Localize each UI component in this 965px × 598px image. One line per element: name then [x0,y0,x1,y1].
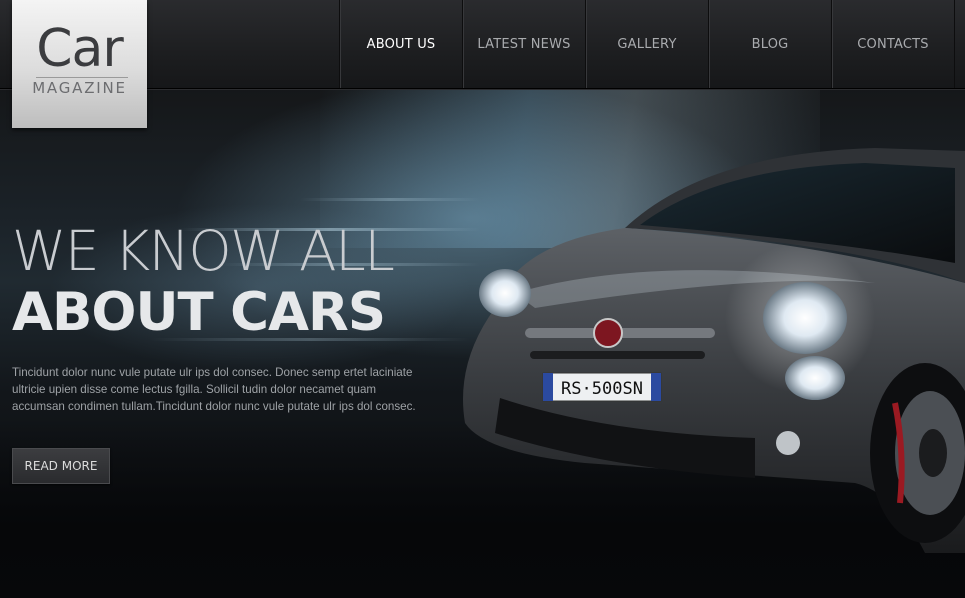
hero-banner: RS·500SN WE KNOW ALL ABOUT CARS Tincidun… [0,88,965,598]
site-logo[interactable]: Car MAGAZINE [12,0,147,128]
hero-description: Tincidunt dolor nunc vule putate ulr ips… [12,366,416,413]
svg-text:RS·500SN: RS·500SN [561,379,643,399]
headline-line-1: WE KNOW ALL [12,219,395,283]
nav-item-contacts[interactable]: CONTACTS [831,0,955,88]
main-nav: ABOUT US LATEST NEWS GALLERY BLOG CONTAC… [339,0,955,88]
nav-item-latest-news[interactable]: LATEST NEWS [462,0,585,88]
headline-line-2: ABOUT CARS [12,282,386,343]
nav-item-about-us[interactable]: ABOUT US [339,0,462,88]
nav-item-blog[interactable]: BLOG [708,0,831,88]
car-image: RS·500SN [463,148,965,553]
logo-divider [36,77,128,78]
hero-headline: WE KNOW ALL ABOUT CARS [12,219,395,345]
page: ABOUT US LATEST NEWS GALLERY BLOG CONTAC… [0,0,965,598]
read-more-button[interactable]: READ MORE [12,448,110,484]
light-streak [300,198,480,201]
nav-item-gallery[interactable]: GALLERY [585,0,708,88]
logo-subtitle: MAGAZINE [32,79,127,97]
logo-title: Car [36,19,124,79]
